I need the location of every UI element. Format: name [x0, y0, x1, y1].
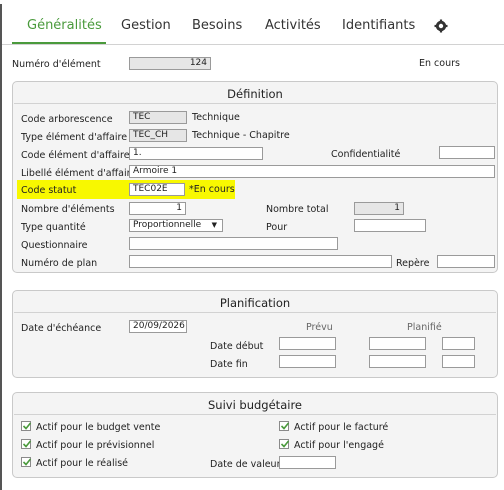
tab-besoins[interactable]: Besoins	[192, 18, 242, 33]
nb-elem-label: Nombre d'éléments	[21, 204, 115, 215]
chevron-down-icon: ▼	[211, 221, 217, 229]
budget-title-rule	[14, 414, 496, 415]
actif-vente-label: Actif pour le budget vente	[36, 422, 161, 433]
check-icon	[22, 422, 32, 430]
gear-icon[interactable]	[434, 19, 448, 33]
date-debut-label: Date début	[210, 341, 264, 352]
status-text: En cours	[419, 58, 460, 69]
date-valeur-input[interactable]	[279, 456, 336, 469]
nb-elem-input[interactable]: 1	[129, 202, 186, 215]
planification-title: Planification	[219, 296, 291, 310]
date-valeur-label: Date de valeur	[210, 459, 281, 470]
planification-title-rule	[14, 312, 496, 313]
pour-label: Pour	[266, 222, 288, 233]
date-ech-input[interactable]: 20/09/2026	[129, 320, 187, 333]
type-qte-select[interactable]: Proportionnelle ▼	[129, 219, 223, 232]
libelle-input[interactable]: Armoire 1	[129, 165, 495, 178]
prevu-header: Prévu	[306, 322, 333, 333]
tab-gestion[interactable]: Gestion	[121, 18, 171, 33]
numero-field: 124	[129, 57, 211, 70]
repere-label: Repère	[396, 258, 430, 269]
code-statut-input[interactable]: TEC02E	[129, 183, 185, 196]
code-elem-input[interactable]: 1.	[129, 147, 263, 160]
numero-label: Numéro d'élément	[12, 59, 101, 70]
num-plan-input[interactable]	[129, 255, 392, 268]
type-elem-label: Type élément d'affaire	[21, 132, 128, 143]
left-border	[0, 4, 2, 490]
date-fin-extra-input[interactable]	[442, 355, 475, 368]
actif-engage-checkbox[interactable]	[279, 439, 290, 449]
check-icon	[22, 440, 32, 448]
code-statut-label: Code statut	[21, 185, 77, 196]
type-elem-field: TEC_CH	[129, 129, 187, 142]
type-qte-value: Proportionnelle	[133, 220, 202, 230]
date-debut-prevu-input[interactable]	[279, 337, 336, 350]
code-arbo-desc: Technique	[192, 112, 240, 123]
libelle-label: Libellé élément d'affaire	[21, 168, 137, 179]
tab-identifiants[interactable]: Identifiants	[342, 18, 415, 33]
tab-activites[interactable]: Activités	[265, 18, 321, 33]
actif-realise-checkbox[interactable]	[21, 457, 32, 467]
type-elem-desc: Technique - Chapitre	[192, 130, 290, 141]
code-arbo-label: Code arborescence	[21, 114, 113, 125]
actif-vente-checkbox[interactable]	[21, 421, 32, 431]
check-icon	[280, 422, 290, 430]
confid-label: Confidentialité	[331, 149, 401, 160]
nb-total-label: Nombre total	[266, 204, 329, 215]
definition-title-rule	[14, 103, 496, 104]
date-fin-prevu-input[interactable]	[279, 355, 336, 368]
date-debut-extra-input[interactable]	[442, 337, 475, 350]
date-fin-label: Date fin	[210, 359, 248, 370]
actif-facture-checkbox[interactable]	[279, 421, 290, 431]
date-ech-label: Date d'échéance	[21, 323, 102, 334]
check-icon	[280, 440, 290, 448]
check-icon	[22, 458, 32, 466]
nb-total-field: 1	[354, 202, 404, 215]
actif-engage-label: Actif pour l'engagé	[294, 440, 384, 451]
repere-input[interactable]	[437, 255, 495, 268]
actif-facture-label: Actif pour le facturé	[294, 422, 389, 433]
questionnaire-label: Questionnaire	[21, 240, 88, 251]
code-statut-desc: *En cours	[189, 184, 235, 195]
budget-title: Suivi budgétaire	[207, 398, 302, 412]
confid-input[interactable]	[439, 146, 495, 159]
tab-generalites[interactable]: Généralités	[27, 18, 102, 33]
questionnaire-input[interactable]	[129, 237, 338, 250]
date-debut-planifie-input[interactable]	[369, 337, 426, 350]
code-arbo-field: TEC	[129, 111, 187, 124]
actif-previsionnel-checkbox[interactable]	[21, 439, 32, 449]
definition-title: Définition	[227, 87, 283, 101]
actif-realise-label: Actif pour le réalisé	[36, 458, 129, 469]
code-elem-label: Code élément d'affaire	[21, 150, 130, 161]
date-fin-planifie-input[interactable]	[369, 355, 426, 368]
actif-previsionnel-label: Actif pour le prévisionnel	[36, 440, 155, 451]
tabs-divider	[2, 44, 504, 45]
planifie-header: Planifié	[407, 322, 442, 333]
pour-input[interactable]	[354, 219, 426, 232]
num-plan-label: Numéro de plan	[21, 258, 98, 269]
type-qte-label: Type quantité	[21, 222, 86, 233]
